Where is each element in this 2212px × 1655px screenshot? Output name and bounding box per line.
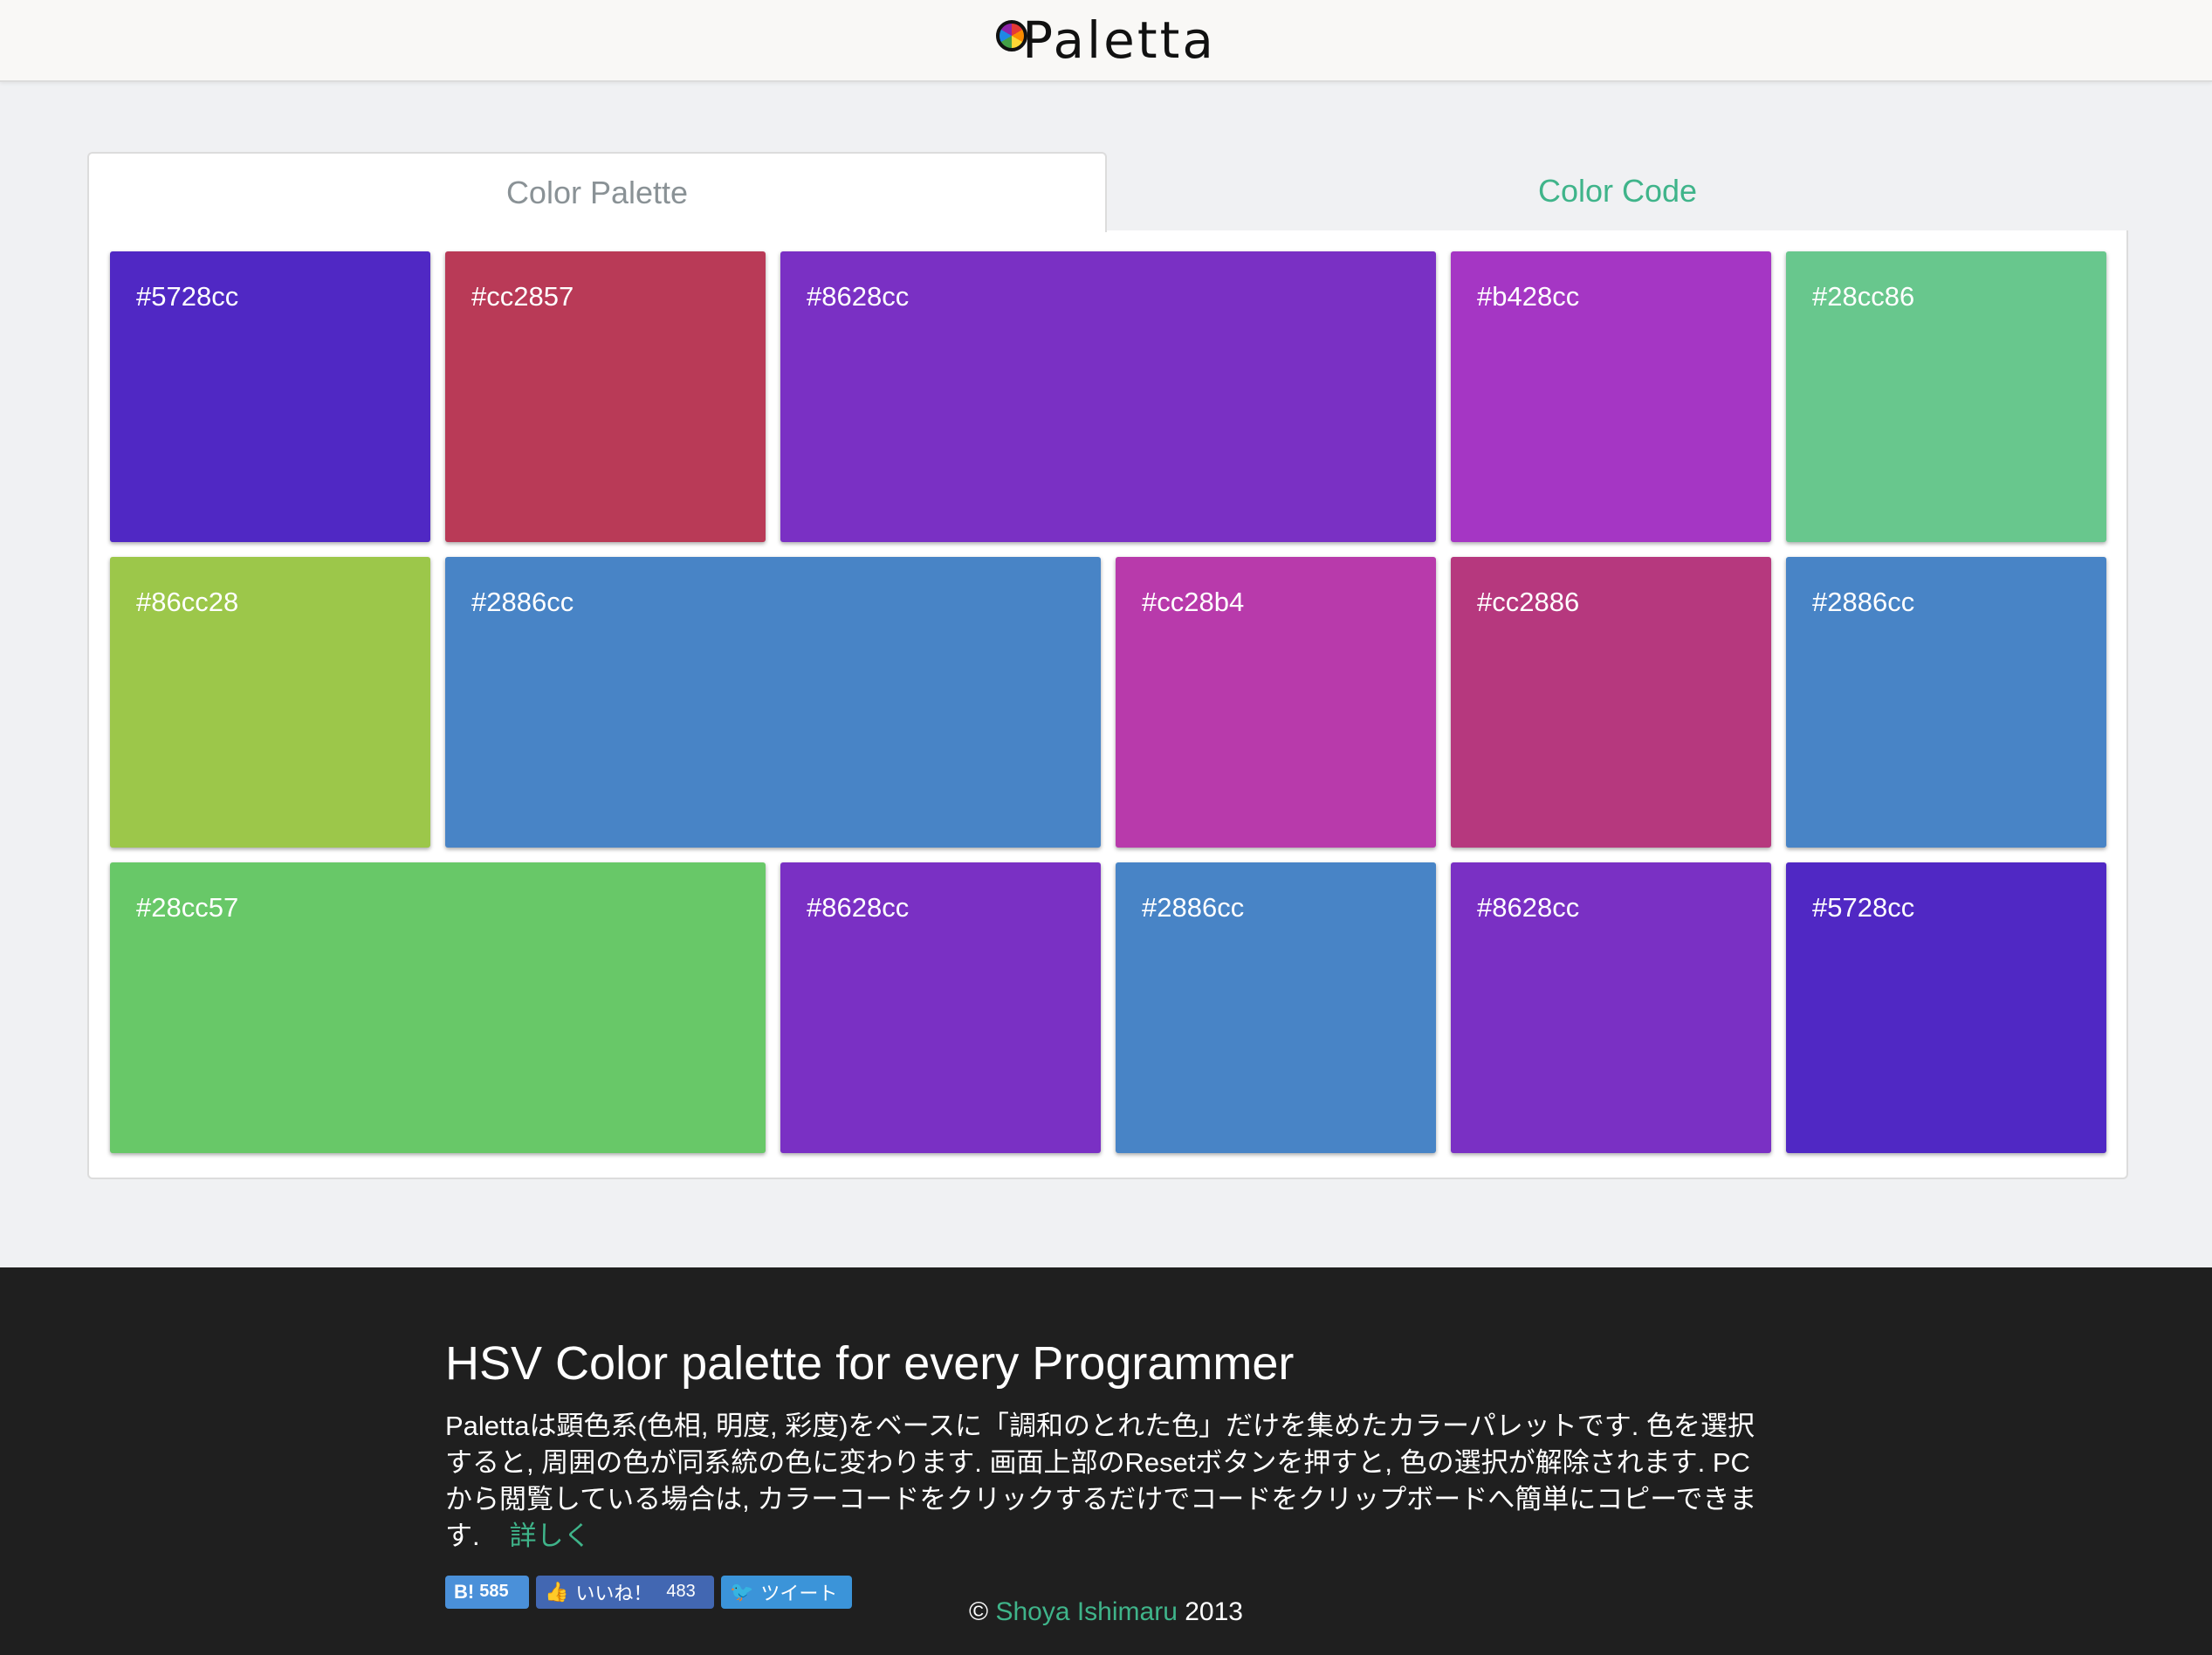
swatch-code: #cc2857 <box>471 281 574 312</box>
swatch-code: #2886cc <box>471 587 574 617</box>
copyright: © Shoya Ishimaru 2013 <box>0 1597 2212 1627</box>
color-swatch[interactable]: #5728cc <box>1786 862 2106 1153</box>
palette-panel: Color Palette Color Code #5728cc #cc2857… <box>87 152 2128 1179</box>
color-swatch[interactable]: #2886cc <box>1116 862 1436 1153</box>
color-swatch[interactable]: #28cc57 <box>110 862 766 1153</box>
author-link[interactable]: Shoya Ishimaru <box>995 1597 1177 1626</box>
footer-content: HSV Color palette for every Programmer P… <box>445 1336 1772 1609</box>
swatch-code: #5728cc <box>136 281 239 312</box>
swatch-code: #28cc86 <box>1812 281 1915 312</box>
color-swatch[interactable]: #2886cc <box>445 557 1101 848</box>
color-swatch[interactable]: #cc28b4 <box>1116 557 1436 848</box>
swatch-code: #2886cc <box>1142 892 1245 923</box>
swatch-code: #cc28b4 <box>1142 587 1245 617</box>
swatch-code: #5728cc <box>1812 892 1915 923</box>
color-swatch[interactable]: #8628cc <box>1451 862 1771 1153</box>
swatch-code: #86cc28 <box>136 587 239 617</box>
color-swatch[interactable]: #28cc86 <box>1786 251 2106 542</box>
swatch-code: #28cc57 <box>136 892 239 923</box>
color-swatch[interactable]: #b428cc <box>1451 251 1771 542</box>
footer-description: Palettaは顕色系(色相, 明度, 彩度)をベースに「調和のとれた色」だけを… <box>445 1408 1772 1555</box>
swatch-code: #b428cc <box>1477 281 1580 312</box>
color-swatch[interactable]: #86cc28 <box>110 557 430 848</box>
color-swatch[interactable]: #2886cc <box>1786 557 2106 848</box>
swatch-code: #8628cc <box>807 892 910 923</box>
logo[interactable]: Paletta <box>996 14 1216 66</box>
copyright-year: 2013 <box>1185 1597 1243 1626</box>
copyright-symbol: © <box>969 1597 989 1626</box>
panel-body: #5728cc #cc2857 #8628cc #b428cc #28cc86 … <box>87 230 2128 1179</box>
more-link[interactable]: 詳しく <box>510 1521 591 1551</box>
swatch-code: #2886cc <box>1812 587 1915 617</box>
header: Paletta <box>0 0 2212 82</box>
swatch-code: #8628cc <box>1477 892 1580 923</box>
tab-color-code[interactable]: Color Code <box>1107 152 2128 232</box>
color-swatch[interactable]: #8628cc <box>780 251 1436 542</box>
footer-title: HSV Color palette for every Programmer <box>445 1337 1295 1390</box>
swatch-code: #8628cc <box>807 281 910 312</box>
swatch-grid: #5728cc #cc2857 #8628cc #b428cc #28cc86 … <box>110 251 2109 1160</box>
color-swatch[interactable]: #cc2857 <box>445 251 766 542</box>
logo-text: Paletta <box>1022 10 1216 70</box>
color-swatch[interactable]: #8628cc <box>780 862 1101 1153</box>
swatch-code: #cc2886 <box>1477 587 1580 617</box>
description-text: Palettaは顕色系(色相, 明度, 彩度)をベースに「調和のとれた色」だけを… <box>445 1410 1757 1551</box>
color-swatch[interactable]: #5728cc <box>110 251 430 542</box>
tab-color-palette[interactable]: Color Palette <box>87 152 1107 232</box>
color-swatch[interactable]: #cc2886 <box>1451 557 1771 848</box>
footer: HSV Color palette for every Programmer P… <box>0 1267 2212 1655</box>
